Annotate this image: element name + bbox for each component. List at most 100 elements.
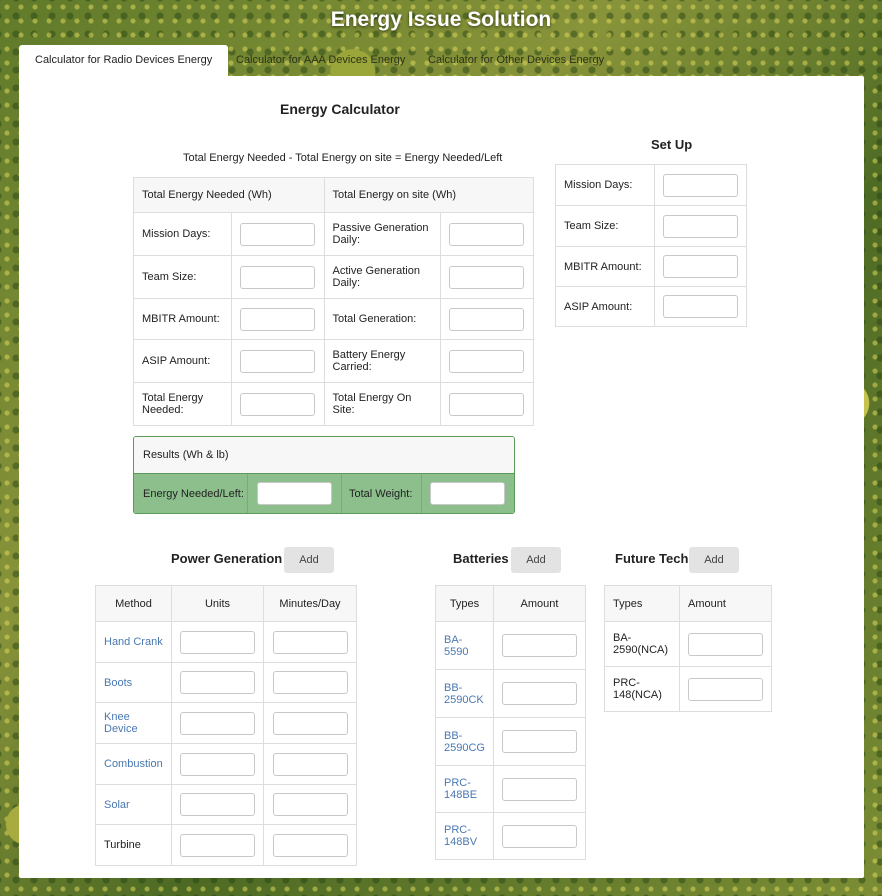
setup-label-mission-days: Mission Days: — [555, 164, 655, 206]
energy-needed-left-label: Energy Needed/Left: — [143, 488, 244, 500]
future-tech-column-amount: Amount — [679, 585, 772, 622]
future-tech-ba-2590nca-input[interactable] — [688, 632, 763, 656]
passive-generation-input[interactable] — [449, 222, 525, 246]
boots-units-input[interactable] — [180, 671, 255, 694]
label-mission-days: Mission Days: — [133, 212, 232, 256]
boots-minutes-input[interactable] — [272, 671, 348, 694]
future-tech-title: Future Tech — [615, 551, 689, 566]
mbitr-amount-input[interactable] — [240, 307, 315, 331]
knee-device-units-input[interactable] — [180, 711, 255, 735]
battery-energy-carried-input[interactable] — [449, 349, 525, 373]
solar-minutes-input[interactable] — [272, 793, 348, 816]
results-row: Energy Needed/Left: Total Weight: — [134, 474, 514, 513]
label-battery-energy-carried: Battery Energy Carried: — [323, 339, 441, 383]
batteries-column-amount: Amount — [492, 585, 586, 622]
label-mbitr-amount: MBITR Amount: — [133, 298, 232, 340]
turbine-units-input[interactable] — [180, 833, 255, 857]
power-generation-title: Power Generation — [171, 551, 283, 566]
future-tech-add-button[interactable]: Add — [689, 547, 739, 573]
tab-aaa-devices[interactable]: Calculator for AAA Devices Energy — [220, 45, 421, 76]
turbine-minutes-input[interactable] — [272, 833, 348, 857]
hand-crank-units-input[interactable] — [180, 630, 255, 654]
results-divider — [247, 474, 248, 513]
combustion-minutes-input[interactable] — [272, 752, 348, 776]
future-tech-prc-148nca-input[interactable] — [688, 677, 763, 701]
battery-bb-2590ck-input[interactable] — [501, 682, 577, 705]
hand-crank-minutes-input[interactable] — [272, 630, 348, 654]
tab-other-devices[interactable]: Calculator for Other Devices Energy — [412, 45, 620, 76]
setup-table: Mission Days: Team Size: MBITR Amount: A… — [555, 164, 747, 327]
battery-ba-5590-input[interactable] — [501, 634, 577, 657]
header-total-energy-on-site: Total Energy on site (Wh) — [323, 177, 534, 213]
knee-device-minutes-input[interactable] — [272, 711, 348, 735]
label-passive-generation: Passive Generation Daily: — [323, 212, 441, 256]
label-total-energy-on-site: Total Energy On Site: — [323, 382, 441, 426]
setup-label-asip-amount: ASIP Amount: — [555, 286, 655, 327]
energy-needed-left-cell — [257, 474, 332, 513]
battery-bb-2590ck-link[interactable]: BB- 2590CK — [435, 669, 494, 718]
asip-amount-input[interactable] — [240, 349, 315, 373]
batteries-title: Batteries — [453, 551, 509, 566]
active-generation-input[interactable] — [449, 265, 525, 289]
battery-prc-148be-input[interactable] — [501, 777, 577, 801]
energy-table: Total Energy Needed (Wh) Total Energy on… — [133, 177, 535, 426]
total-weight-cell — [430, 474, 505, 513]
energy-calculator-title: Energy Calculator — [280, 101, 400, 117]
method-combustion-link[interactable]: Combustion — [95, 743, 172, 785]
label-total-generation: Total Generation: — [323, 298, 441, 340]
batteries-add-button[interactable]: Add — [511, 547, 561, 573]
label-total-energy-needed: Total Energy Needed: — [133, 382, 232, 426]
battery-bb-2590cg-link[interactable]: BB- 2590CG — [435, 717, 494, 766]
solar-units-input[interactable] — [180, 793, 255, 816]
results-divider — [341, 474, 342, 513]
energy-needed-left-input[interactable] — [257, 482, 332, 505]
future-tech-prc-148nca: PRC- 148(NCA) — [604, 666, 680, 712]
batteries-column-types: Types — [435, 585, 494, 622]
column-units: Units — [171, 585, 264, 622]
battery-prc-148bv-input[interactable] — [501, 824, 577, 848]
formula-text: Total Energy Needed - Total Energy on si… — [183, 152, 503, 164]
label-team-size: Team Size: — [133, 255, 232, 299]
battery-prc-148be-link[interactable]: PRC- 148BE — [435, 765, 494, 813]
method-boots-link[interactable]: Boots — [95, 662, 172, 703]
total-energy-needed-input[interactable] — [240, 392, 315, 416]
setup-mbitr-amount-input[interactable] — [663, 255, 738, 278]
header-total-energy-needed: Total Energy Needed (Wh) — [133, 177, 325, 213]
power-generation-table: Method Units Minutes/Day Hand Crank Boot… — [95, 585, 357, 866]
column-method: Method — [95, 585, 172, 622]
method-solar-link[interactable]: Solar — [95, 784, 172, 825]
setup-title: Set Up — [651, 137, 693, 152]
setup-label-mbitr-amount: MBITR Amount: — [555, 246, 655, 287]
future-tech-column-types: Types — [604, 585, 680, 622]
label-active-generation: Active Generation Daily: — [323, 255, 441, 299]
future-tech-ba-2590nca: BA- 2590(NCA) — [604, 621, 680, 667]
method-knee-device-link[interactable]: Knee Device — [95, 702, 172, 744]
results-box: Results (Wh & lb) Energy Needed/Left: To… — [133, 436, 515, 514]
setup-label-team-size: Team Size: — [555, 205, 655, 247]
results-divider — [421, 474, 422, 513]
batteries-table: Types Amount BA- 5590 BB- 2590CK BB- 259… — [435, 585, 586, 860]
calculator-panel: Energy Calculator Total Energy Needed - … — [19, 76, 864, 878]
combustion-units-input[interactable] — [180, 752, 255, 776]
results-header: Results (Wh & lb) — [134, 437, 514, 474]
future-tech-table: Types Amount BA- 2590(NCA) PRC- 148(NCA) — [604, 585, 772, 712]
setup-team-size-input[interactable] — [663, 214, 738, 238]
setup-mission-days-input[interactable] — [663, 173, 738, 197]
mission-days-input[interactable] — [240, 222, 315, 246]
team-size-input[interactable] — [240, 265, 315, 289]
power-generation-add-button[interactable]: Add — [284, 547, 334, 573]
battery-prc-148bv-link[interactable]: PRC- 148BV — [435, 812, 494, 860]
tab-radio-devices[interactable]: Calculator for Radio Devices Energy — [19, 45, 229, 76]
app-title: Energy Issue Solution — [330, 8, 552, 31]
battery-ba-5590-link[interactable]: BA- 5590 — [435, 621, 494, 670]
total-weight-label: Total Weight: — [349, 488, 413, 500]
total-generation-input[interactable] — [449, 307, 525, 331]
method-turbine: Turbine — [95, 824, 172, 866]
method-hand-crank-link[interactable]: Hand Crank — [95, 621, 172, 663]
setup-asip-amount-input[interactable] — [663, 295, 738, 318]
battery-bb-2590cg-input[interactable] — [501, 730, 577, 753]
total-weight-input[interactable] — [430, 482, 505, 505]
label-asip-amount: ASIP Amount: — [133, 339, 232, 383]
total-energy-on-site-input[interactable] — [449, 392, 525, 416]
column-minutes-per-day: Minutes/Day — [263, 585, 357, 622]
